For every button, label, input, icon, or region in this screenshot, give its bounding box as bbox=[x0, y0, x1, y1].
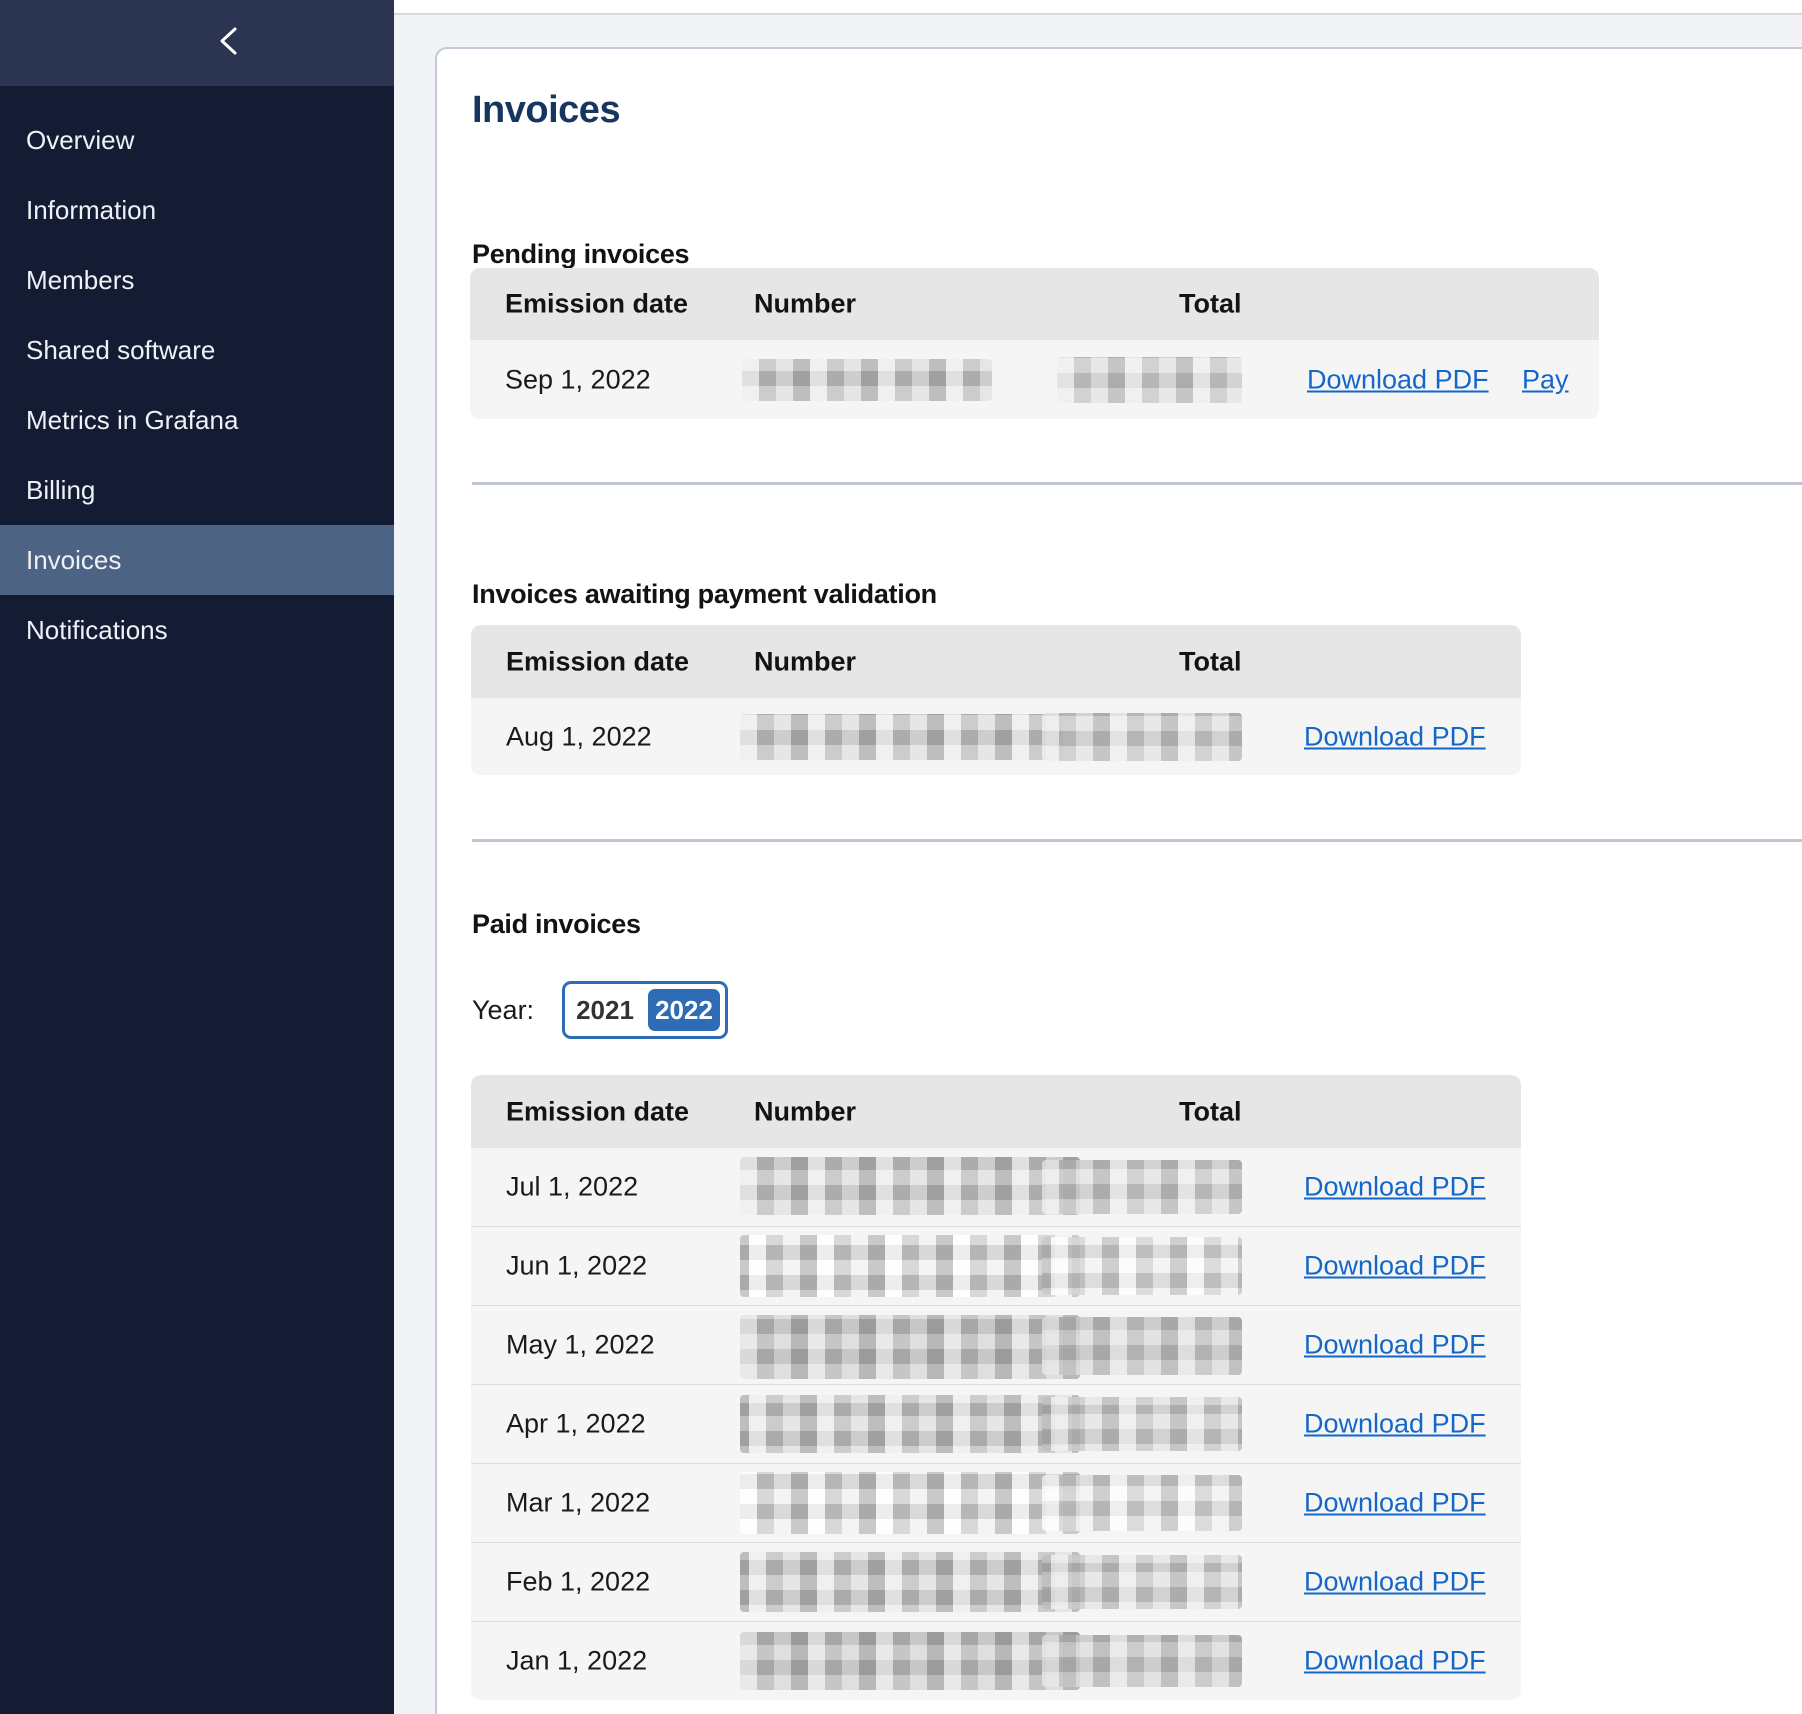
paid-invoices-heading: Paid invoices bbox=[472, 909, 641, 940]
redacted-invoice-total bbox=[1042, 1397, 1242, 1451]
table-row: Mar 1, 2022 Download PDF bbox=[471, 1463, 1521, 1542]
column-header-total: Total bbox=[1179, 289, 1242, 320]
chevron-left-icon bbox=[216, 25, 240, 60]
awaiting-validation-heading: Invoices awaiting payment validation bbox=[472, 579, 937, 610]
sidebar-item-invoices[interactable]: Invoices bbox=[0, 525, 394, 595]
download-pdf-link[interactable]: Download PDF bbox=[1304, 1567, 1486, 1598]
download-pdf-link[interactable]: Download PDF bbox=[1304, 1172, 1486, 1203]
section-divider bbox=[472, 482, 1802, 485]
paid-invoices-table: Emission date Number Total Jul 1, 2022 D… bbox=[471, 1075, 1521, 1700]
year-toggle-group: 2021 2022 bbox=[562, 981, 728, 1039]
table-row: Jan 1, 2022 Download PDF bbox=[471, 1621, 1521, 1700]
redacted-invoice-number bbox=[740, 1552, 1080, 1612]
table-row: Jul 1, 2022 Download PDF bbox=[471, 1148, 1521, 1226]
redacted-invoice-total bbox=[1042, 1475, 1242, 1531]
invoices-card: Invoices Pending invoices Emission date … bbox=[435, 47, 1802, 1714]
download-pdf-link[interactable]: Download PDF bbox=[1304, 721, 1486, 752]
top-bar bbox=[394, 0, 1802, 15]
awaiting-invoices-table: Emission date Number Total Aug 1, 2022 D… bbox=[471, 625, 1521, 775]
table-row: Aug 1, 2022 Download PDF bbox=[471, 698, 1521, 775]
redacted-invoice-number bbox=[740, 1395, 1080, 1453]
redacted-invoice-number bbox=[740, 714, 1063, 760]
table-row: Jun 1, 2022 Download PDF bbox=[471, 1226, 1521, 1305]
invoice-emission-date: Feb 1, 2022 bbox=[506, 1567, 650, 1598]
table-row: Apr 1, 2022 Download PDF bbox=[471, 1384, 1521, 1463]
sidebar-header bbox=[0, 0, 394, 86]
download-pdf-link[interactable]: Download PDF bbox=[1304, 1330, 1486, 1361]
redacted-invoice-total bbox=[1042, 1635, 1242, 1687]
column-header-emission-date: Emission date bbox=[506, 1096, 689, 1127]
invoice-emission-date: Jul 1, 2022 bbox=[506, 1172, 638, 1203]
redacted-invoice-number bbox=[740, 1235, 1080, 1297]
pay-link[interactable]: Pay bbox=[1522, 364, 1569, 395]
download-pdf-link[interactable]: Download PDF bbox=[1304, 1409, 1486, 1440]
redacted-invoice-total bbox=[1042, 713, 1242, 761]
sidebar-item-members[interactable]: Members bbox=[0, 245, 394, 315]
table-row: Sep 1, 2022 Download PDF Pay bbox=[470, 340, 1599, 419]
year-option-2022-selected[interactable]: 2022 bbox=[648, 989, 720, 1031]
redacted-invoice-number bbox=[742, 359, 992, 401]
sidebar-item-shared-software[interactable]: Shared software bbox=[0, 315, 394, 385]
page-title: Invoices bbox=[472, 89, 620, 132]
redacted-invoice-total bbox=[1042, 1160, 1242, 1214]
table-header-row: Emission date Number Total bbox=[471, 1075, 1521, 1148]
download-pdf-link[interactable]: Download PDF bbox=[1304, 1488, 1486, 1519]
sidebar: Overview Information Members Shared soft… bbox=[0, 0, 394, 1714]
column-header-emission-date: Emission date bbox=[506, 646, 689, 677]
table-header-row: Emission date Number Total bbox=[470, 268, 1599, 340]
invoice-emission-date: May 1, 2022 bbox=[506, 1330, 655, 1361]
column-header-total: Total bbox=[1179, 646, 1242, 677]
column-header-number: Number bbox=[754, 1096, 856, 1127]
redacted-invoice-number bbox=[740, 1315, 1080, 1379]
redacted-invoice-total bbox=[1042, 1237, 1242, 1295]
download-pdf-link[interactable]: Download PDF bbox=[1307, 364, 1489, 395]
pending-invoices-table: Emission date Number Total Sep 1, 2022 D… bbox=[470, 268, 1599, 419]
sidebar-nav: Overview Information Members Shared soft… bbox=[0, 105, 394, 665]
column-header-number: Number bbox=[754, 289, 856, 320]
year-option-2021[interactable]: 2021 bbox=[565, 984, 645, 1036]
redacted-invoice-number bbox=[740, 1632, 1080, 1690]
sidebar-item-overview[interactable]: Overview bbox=[0, 105, 394, 175]
download-pdf-link[interactable]: Download PDF bbox=[1304, 1646, 1486, 1677]
collapse-sidebar-button[interactable] bbox=[206, 20, 250, 64]
redacted-invoice-number bbox=[740, 1472, 1080, 1534]
redacted-invoice-total bbox=[1042, 1555, 1242, 1609]
sidebar-item-metrics-in-grafana[interactable]: Metrics in Grafana bbox=[0, 385, 394, 455]
invoice-emission-date: Mar 1, 2022 bbox=[506, 1488, 650, 1519]
sidebar-item-notifications[interactable]: Notifications bbox=[0, 595, 394, 665]
invoice-emission-date: Jan 1, 2022 bbox=[506, 1646, 647, 1677]
invoice-emission-date: Jun 1, 2022 bbox=[506, 1251, 647, 1282]
section-divider bbox=[472, 839, 1802, 842]
redacted-invoice-total bbox=[1042, 1317, 1242, 1375]
invoice-emission-date: Sep 1, 2022 bbox=[505, 364, 651, 395]
pending-invoices-heading: Pending invoices bbox=[472, 239, 689, 270]
column-header-number: Number bbox=[754, 646, 856, 677]
redacted-invoice-number bbox=[740, 1157, 1080, 1215]
year-filter-label: Year: bbox=[472, 995, 534, 1026]
download-pdf-link[interactable]: Download PDF bbox=[1304, 1251, 1486, 1282]
sidebar-item-billing[interactable]: Billing bbox=[0, 455, 394, 525]
page-root: Overview Information Members Shared soft… bbox=[0, 0, 1802, 1714]
column-header-emission-date: Emission date bbox=[505, 289, 688, 320]
table-row: Feb 1, 2022 Download PDF bbox=[471, 1542, 1521, 1621]
invoice-emission-date: Aug 1, 2022 bbox=[506, 721, 652, 752]
invoice-emission-date: Apr 1, 2022 bbox=[506, 1409, 646, 1440]
sidebar-item-information[interactable]: Information bbox=[0, 175, 394, 245]
column-header-total: Total bbox=[1179, 1096, 1242, 1127]
table-row: May 1, 2022 Download PDF bbox=[471, 1305, 1521, 1384]
redacted-invoice-total bbox=[1057, 357, 1242, 403]
table-header-row: Emission date Number Total bbox=[471, 625, 1521, 698]
